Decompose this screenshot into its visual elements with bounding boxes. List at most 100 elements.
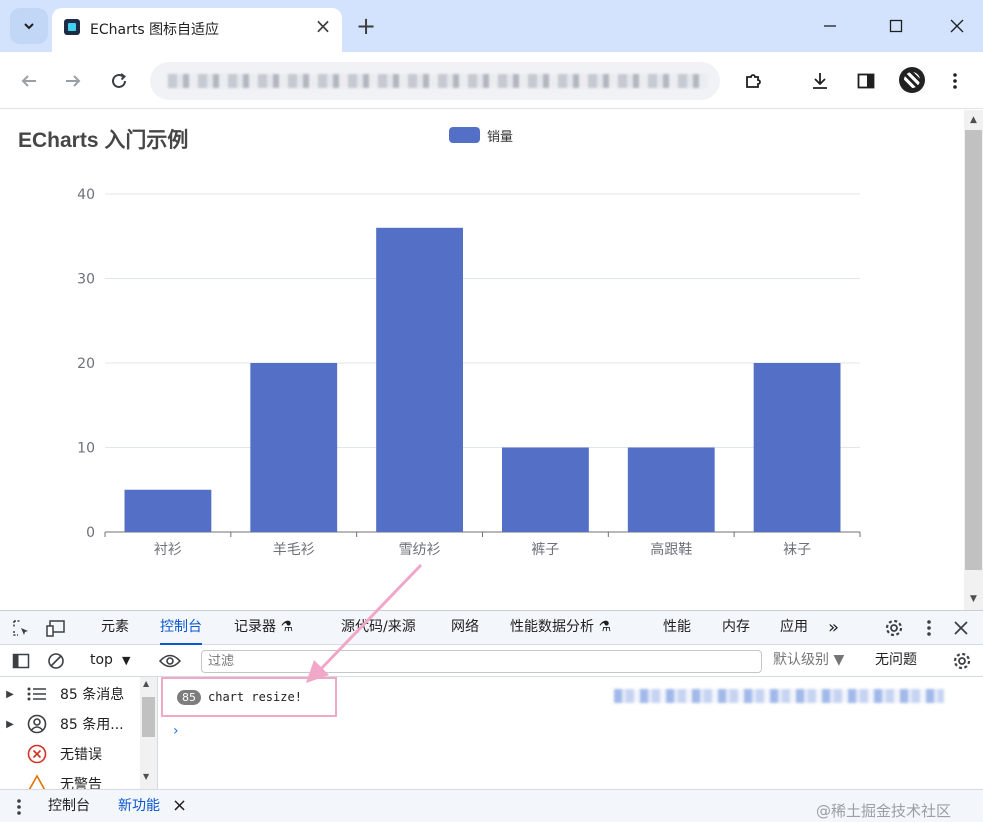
x-tick-label: 雪纺衫 [399,542,441,558]
clear-console-button[interactable] [45,645,67,677]
forward-button[interactable] [58,66,88,96]
devtools-tab-performance-insights[interactable]: 性能数据分析 ⚗ [510,611,611,645]
devtools-drawer: 控制台 新功能 × @稀土掘金技术社区 [0,789,983,822]
console-message[interactable]: 85 chart resize! [161,677,337,717]
issues-button[interactable]: 无问题 [875,645,917,677]
close-window-button[interactable] [935,10,979,42]
devtools-tab-bar: 元素 控制台 记录器 ⚗ 源代码/来源 网络 性能数据分析 ⚗ 性能 内存 应用… [0,611,983,645]
inspect-button[interactable] [10,611,32,645]
message-source-link[interactable] [614,689,944,703]
bar-1 [250,363,338,532]
show-sidebar-button[interactable] [10,645,32,677]
tab-title: ECharts 图标自适应 [90,22,220,38]
close-icon [954,621,968,635]
sidebar-item-warnings[interactable]: 无警告 [0,769,140,789]
devtools-tab-console[interactable]: 控制台 [160,611,202,645]
devtools-settings-button[interactable] [882,611,906,645]
browser-menu-button[interactable] [940,66,970,96]
context-dropdown-arrow[interactable]: ▼ [122,645,130,677]
minimize-icon [824,25,836,27]
close-icon [950,19,964,33]
console-filter-input[interactable] [201,650,762,673]
devtools-tab-elements[interactable]: 元素 [101,611,129,645]
device-toolbar-button[interactable] [44,611,70,645]
log-level-dropdown[interactable]: 默认级别 ▼ [773,645,844,677]
eye-icon [159,654,181,668]
console-settings-button[interactable] [950,645,974,677]
arrow-right-icon [66,75,81,87]
sidebar-item-user-messages[interactable]: ▶ 85 条用... [0,709,140,739]
bar-4 [627,447,715,532]
drawer-tab-console[interactable]: 控制台 [48,790,90,822]
downloads-button[interactable] [805,66,835,96]
maximize-icon [889,19,903,33]
puzzle-icon [746,74,761,88]
browser-toolbar [0,52,983,109]
maximize-button[interactable] [874,10,918,42]
sidebar-item-messages[interactable]: ▶ 85 条消息 [0,679,140,709]
y-tick-label: 40 [77,187,95,203]
page-scrollbar-thumb[interactable] [965,130,982,570]
back-button[interactable] [14,66,44,96]
tab-close-button[interactable]: × [310,13,336,39]
devtools-tab-application[interactable]: 应用 [780,611,808,645]
side-panel-button[interactable] [851,66,881,96]
console-prompt[interactable]: › [173,723,179,739]
error-icon [27,744,47,764]
chevron-down-icon [24,23,34,30]
scroll-down-arrow[interactable]: ▼ [964,590,983,608]
sidebar-scrollbar-thumb[interactable] [142,697,155,737]
sidebar-item-label: 85 条消息 [60,687,125,703]
sidebar-item-errors[interactable]: 无错误 [0,739,140,769]
watermark: @稀土掘金技术社区 [816,802,952,820]
y-tick-label: 0 [86,525,95,541]
extensions-button[interactable] [738,66,768,96]
list-icon [27,687,46,701]
warning-icon [28,774,46,789]
console-toolbar: top ▼ 默认级别 ▼ 无问题 [0,645,983,677]
expand-arrow-icon: ▶ [6,688,14,700]
drawer-tab-close[interactable]: × [172,790,187,822]
devtools-tab-sources[interactable]: 源代码/来源 [341,611,416,645]
drawer-tab-whats-new[interactable]: 新功能 [118,790,160,822]
sidebar-scrollbar[interactable]: ▲ ▼ [140,677,157,789]
devtools-tab-recorder[interactable]: 记录器 ⚗ [234,611,293,645]
avatar[interactable] [899,67,925,93]
x-tick-label: 高跟鞋 [650,541,692,558]
tab-search-button[interactable] [10,8,48,44]
y-tick-label: 20 [77,356,95,372]
address-bar[interactable] [150,62,720,100]
y-tick-label: 30 [77,272,95,288]
x-tick-label: 袜子 [783,542,811,558]
scroll-down-arrow[interactable]: ▼ [143,772,149,781]
browser-tab[interactable]: ECharts 图标自适应 × [52,8,342,52]
more-vertical-icon [17,798,21,815]
scroll-up-arrow[interactable]: ▲ [964,111,983,129]
devtools-menu-button[interactable] [922,611,936,645]
bar-5 [753,363,841,532]
devtools-tab-network[interactable]: 网络 [451,611,479,645]
reload-button[interactable] [104,66,134,96]
favicon-icon [64,19,80,35]
scroll-up-arrow[interactable]: ▲ [143,679,149,688]
gear-icon [953,652,971,670]
context-selector[interactable]: top [90,645,113,677]
bar-0 [124,489,212,532]
console-sidebar: ▶ 85 条消息 ▶ 85 条用... 无错误 无警告 ▲ ▼ [0,677,158,789]
console-message-text: chart resize! [208,690,302,704]
devtools-tab-performance[interactable]: 性能 [663,611,691,645]
devtools-tab-memory[interactable]: 内存 [722,611,750,645]
more-vertical-icon [953,73,957,89]
device-icon [46,620,65,637]
devtools-close-button[interactable] [950,611,972,645]
bar-2 [376,227,463,533]
minimize-button[interactable] [808,10,852,42]
more-tabs-button[interactable]: » [828,611,839,645]
new-tab-button[interactable]: + [352,12,380,40]
live-expression-button[interactable] [157,645,183,677]
inspect-icon [13,620,28,636]
repeat-count-badge: 85 [177,689,201,705]
more-vertical-icon [927,620,931,636]
sidebar-item-label: 无警告 [60,777,102,789]
drawer-menu-button[interactable] [12,790,26,822]
